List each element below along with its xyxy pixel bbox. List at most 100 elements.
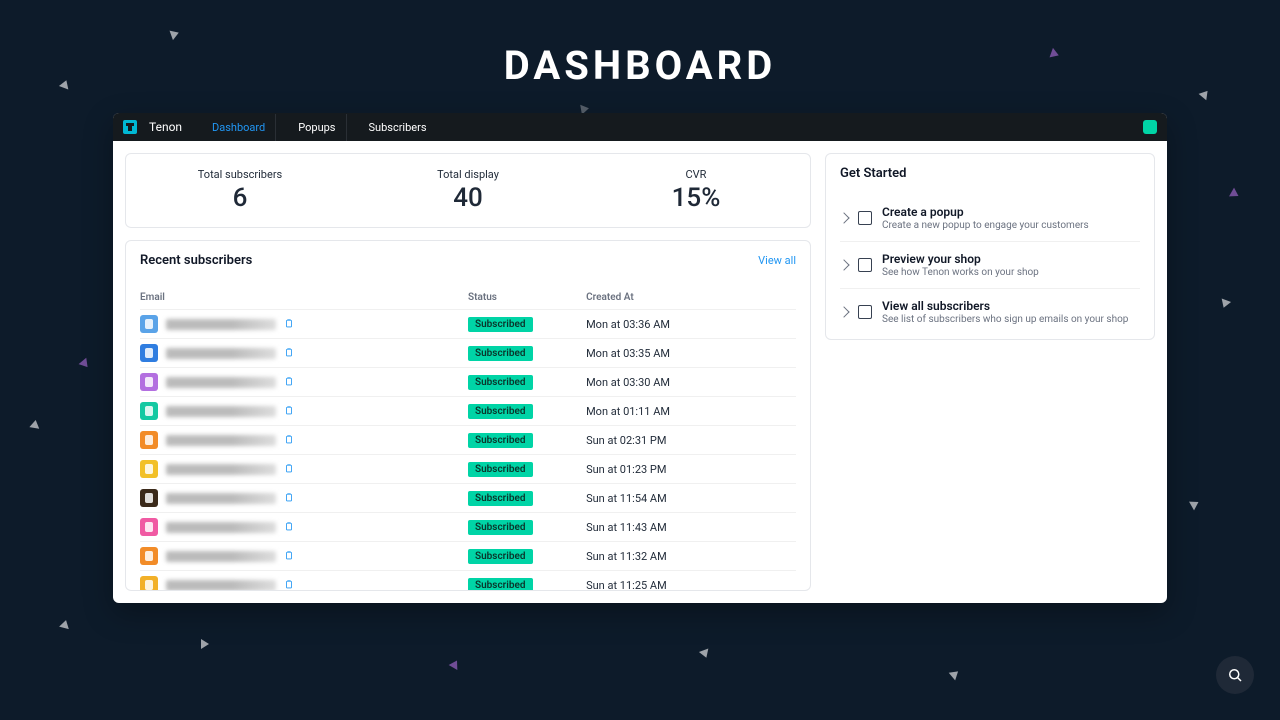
created-at: Sun at 11:32 AM	[586, 550, 796, 563]
copy-icon[interactable]	[284, 492, 294, 504]
created-at: Mon at 03:30 AM	[586, 376, 796, 389]
copy-icon[interactable]	[284, 521, 294, 533]
copy-icon[interactable]	[284, 550, 294, 562]
avatar	[140, 344, 158, 362]
copy-icon[interactable]	[284, 434, 294, 446]
get-started-card: Get Started Create a popup Create a new …	[825, 153, 1155, 340]
table-row[interactable]: Subscribed Sun at 11:25 AM	[140, 571, 796, 591]
stat-label: Total display	[354, 168, 582, 181]
nav-subscribers[interactable]: Subscribers	[359, 114, 437, 141]
recent-subscribers-title: Recent subscribers	[140, 253, 252, 268]
stat-value: 40	[354, 183, 582, 213]
navbar: Tenon Dashboard Popups Subscribers	[113, 113, 1167, 141]
nav-popups[interactable]: Popups	[288, 114, 346, 141]
nav-dashboard[interactable]: Dashboard	[202, 114, 276, 141]
created-at: Sun at 11:43 AM	[586, 521, 796, 534]
table-row[interactable]: Subscribed Mon at 03:35 AM	[140, 339, 796, 368]
item-title: View all subscribers	[882, 299, 1140, 313]
copy-icon[interactable]	[284, 405, 294, 417]
status-badge: Subscribed	[468, 578, 533, 592]
copy-icon[interactable]	[284, 579, 294, 591]
email-redacted	[166, 435, 276, 446]
status-badge: Subscribed	[468, 433, 533, 448]
app-window: Tenon Dashboard Popups Subscribers Total…	[113, 113, 1167, 603]
table-row[interactable]: Subscribed Sun at 11:32 AM	[140, 542, 796, 571]
email-redacted	[166, 551, 276, 562]
status-badge: Subscribed	[468, 491, 533, 506]
table-row[interactable]: Subscribed Mon at 01:11 AM	[140, 397, 796, 426]
chevron-right-icon	[838, 212, 849, 223]
avatar	[140, 576, 158, 591]
copy-icon[interactable]	[284, 463, 294, 475]
created-at: Mon at 01:11 AM	[586, 405, 796, 418]
status-badge: Subscribed	[468, 462, 533, 477]
avatar	[140, 547, 158, 565]
created-at: Sun at 01:23 PM	[586, 463, 796, 476]
item-subtitle: Create a new popup to engage your custom…	[882, 220, 1140, 231]
account-icon[interactable]	[1143, 120, 1157, 134]
search-icon	[1226, 666, 1244, 684]
status-badge: Subscribed	[468, 317, 533, 332]
stat-label: Total subscribers	[126, 168, 354, 181]
created-at: Sun at 11:54 AM	[586, 492, 796, 505]
status-badge: Subscribed	[468, 520, 533, 535]
brand-name: Tenon	[149, 120, 182, 134]
content-area: Total subscribers 6 Total display 40 CVR…	[113, 141, 1167, 603]
table-row[interactable]: Subscribed Sun at 11:43 AM	[140, 513, 796, 542]
item-title: Preview your shop	[882, 252, 1140, 266]
col-status-header: Status	[468, 292, 586, 303]
stat-label: CVR	[582, 168, 810, 181]
stat-cvr: CVR 15%	[582, 168, 810, 213]
table-header: Email Status Created At	[140, 286, 796, 310]
stats-card: Total subscribers 6 Total display 40 CVR…	[125, 153, 811, 228]
created-at: Mon at 03:35 AM	[586, 347, 796, 360]
status-badge: Subscribed	[468, 549, 533, 564]
stat-value: 6	[126, 183, 354, 213]
created-at: Mon at 03:36 AM	[586, 318, 796, 331]
item-title: Create a popup	[882, 205, 1140, 219]
stat-value: 15%	[582, 183, 810, 213]
copy-icon[interactable]	[284, 347, 294, 359]
email-redacted	[166, 377, 276, 388]
email-redacted	[166, 464, 276, 475]
page-title: DASHBOARD	[504, 42, 777, 89]
col-created-header: Created At	[586, 292, 796, 303]
avatar	[140, 460, 158, 478]
created-at: Sun at 11:25 AM	[586, 579, 796, 592]
copy-icon[interactable]	[284, 376, 294, 388]
chevron-right-icon	[838, 306, 849, 317]
table-row[interactable]: Subscribed Sun at 01:23 PM	[140, 455, 796, 484]
logo-icon	[123, 120, 137, 134]
email-redacted	[166, 348, 276, 359]
table-row[interactable]: Subscribed Mon at 03:36 AM	[140, 310, 796, 339]
avatar	[140, 431, 158, 449]
item-subtitle: See how Tenon works on your shop	[882, 267, 1140, 278]
email-redacted	[166, 319, 276, 330]
item-icon	[858, 305, 872, 319]
table-row[interactable]: Subscribed Mon at 03:30 AM	[140, 368, 796, 397]
stat-total-subscribers: Total subscribers 6	[126, 168, 354, 213]
status-badge: Subscribed	[468, 346, 533, 361]
email-redacted	[166, 580, 276, 591]
avatar	[140, 402, 158, 420]
help-chat-button[interactable]	[1216, 656, 1254, 694]
avatar	[140, 518, 158, 536]
copy-icon[interactable]	[284, 318, 294, 330]
avatar	[140, 315, 158, 333]
email-redacted	[166, 522, 276, 533]
table-row[interactable]: Subscribed Sun at 11:54 AM	[140, 484, 796, 513]
table-row[interactable]: Subscribed Sun at 02:31 PM	[140, 426, 796, 455]
email-redacted	[166, 406, 276, 417]
get-started-item[interactable]: View all subscribers See list of subscri…	[840, 289, 1140, 335]
col-email-header: Email	[140, 292, 468, 303]
item-icon	[858, 258, 872, 272]
status-badge: Subscribed	[468, 404, 533, 419]
view-all-link[interactable]: View all	[758, 254, 796, 267]
get-started-item[interactable]: Preview your shop See how Tenon works on…	[840, 242, 1140, 289]
email-redacted	[166, 493, 276, 504]
avatar	[140, 373, 158, 391]
get-started-item[interactable]: Create a popup Create a new popup to eng…	[840, 195, 1140, 242]
created-at: Sun at 02:31 PM	[586, 434, 796, 447]
status-badge: Subscribed	[468, 375, 533, 390]
chevron-right-icon	[838, 259, 849, 270]
